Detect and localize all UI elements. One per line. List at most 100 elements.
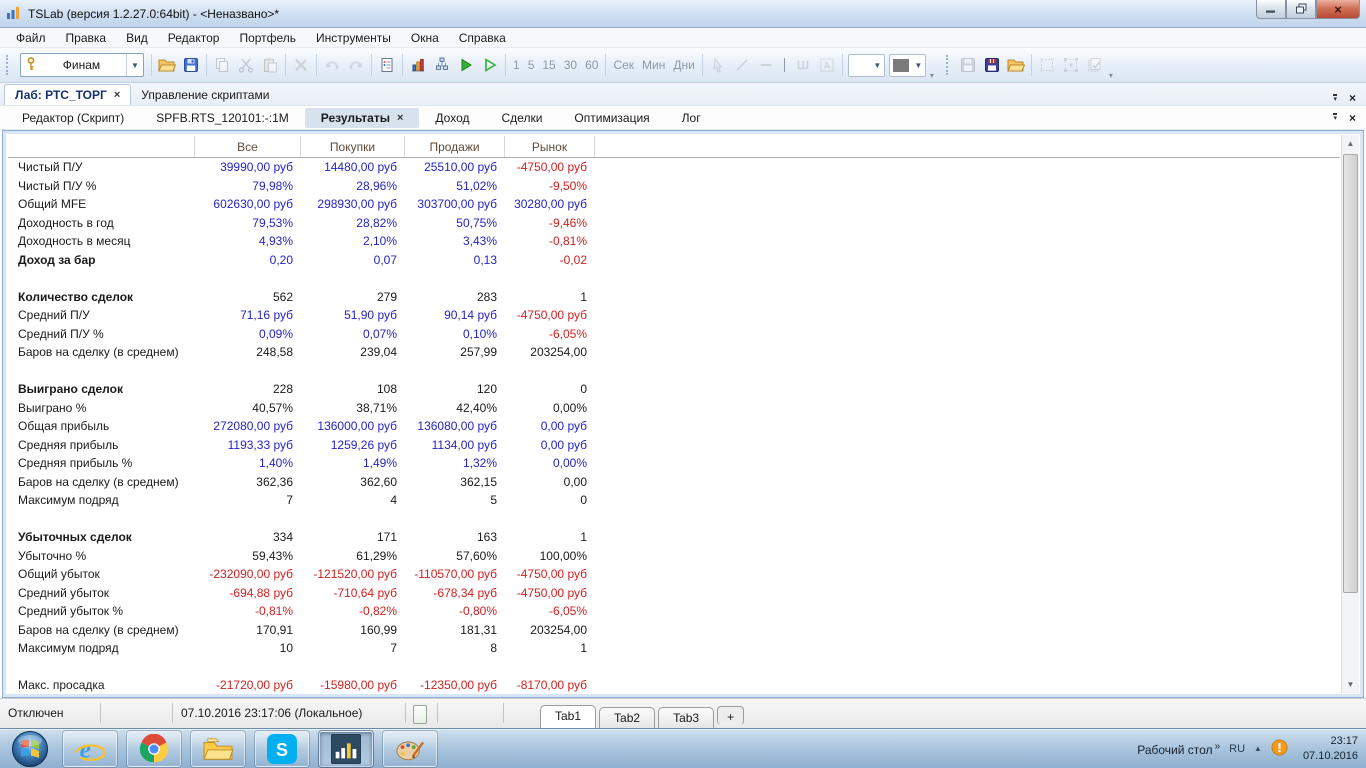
table-row[interactable]: Средний П/У 71,16 руб 51,90 руб 90,14 руб -4…	[8, 306, 1340, 325]
horizontal-line-tool-button[interactable]	[754, 53, 778, 77]
table-row[interactable]: Средняя прибыль % 1,40% 1,49% 1,32% 0,00%	[8, 454, 1340, 473]
close-tab-icon[interactable]: ×	[114, 89, 120, 101]
table-row[interactable]: Доходность в месяц 4,93% 2,10% 3,43% -0,81%	[8, 232, 1340, 251]
start-button[interactable]	[2, 729, 58, 768]
table-row[interactable]: Баров на сделку (в среднем) 170,91 160,99 1…	[8, 621, 1340, 640]
table-row[interactable]: Чистый П/У % 79,98% 28,96% 51,02% -9,50%	[8, 177, 1340, 196]
dock-menu-icon[interactable]: ▾	[1333, 113, 1337, 122]
table-row[interactable]: Доход за бар 0,20 0,07 0,13 -0,02	[8, 251, 1340, 270]
close-tab-icon[interactable]: ×	[397, 112, 403, 124]
timeframe-button[interactable]: 30	[560, 58, 581, 72]
close-panel-icon[interactable]: ×	[1349, 91, 1356, 105]
document-tab[interactable]: Лаб: РТС_ТОРГ ×	[4, 84, 132, 105]
minimize-button[interactable]	[1256, 0, 1286, 19]
table-row[interactable]: Общий MFE 602630,00 руб 298930,00 руб 30370…	[8, 195, 1340, 214]
menu-item[interactable]: Окна	[401, 29, 449, 47]
view-tab[interactable]: Оптимизация	[558, 108, 665, 128]
document-tab[interactable]: Управление скриптами	[131, 85, 279, 105]
scroll-up-icon[interactable]: ▲	[1342, 135, 1359, 152]
chevron-down-icon[interactable]: ▼	[126, 54, 143, 76]
column-header[interactable]: Покупки	[301, 136, 405, 157]
chart-button[interactable]	[406, 53, 430, 77]
chevron-expand-icon[interactable]: »	[1215, 741, 1221, 752]
view-tab[interactable]: Доход	[419, 108, 485, 128]
toolbar-overflow-button[interactable]: ▾	[928, 71, 936, 82]
close-button[interactable]: ×	[1316, 0, 1360, 19]
resize-region-button[interactable]	[1059, 53, 1083, 77]
menu-item[interactable]: Портфель	[229, 29, 306, 47]
menu-item[interactable]: Справка	[449, 29, 516, 47]
dock-menu-icon[interactable]: ▾	[1333, 93, 1337, 103]
column-header[interactable]: Продажи	[405, 136, 505, 157]
notification-icon[interactable]	[1271, 738, 1288, 759]
agent-schema-button[interactable]	[430, 53, 454, 77]
toolbar-grip[interactable]	[945, 55, 951, 75]
table-row[interactable]: Доходность в год 79,53% 28,82% 50,75% -9,46%	[8, 214, 1340, 233]
save-button[interactable]	[179, 53, 203, 77]
view-tab[interactable]: SPFB.RTS_120101:-:1M	[140, 108, 305, 128]
table-row[interactable]: Чистый П/У 39990,00 руб 14480,00 руб 25510,…	[8, 158, 1340, 177]
bottom-tab[interactable]: Tab1	[540, 705, 597, 728]
period-button[interactable]: Дни	[669, 58, 698, 72]
period-button[interactable]: Мин	[638, 58, 669, 72]
copy-button[interactable]	[210, 53, 234, 77]
menu-item[interactable]: Файл	[6, 29, 56, 47]
scroll-down-icon[interactable]: ▼	[1342, 676, 1359, 693]
trend-line-tool-button[interactable]	[730, 53, 754, 77]
table-row[interactable]: Средний П/У % 0,09% 0,07% 0,10% -6,05%	[8, 325, 1340, 344]
undo-button[interactable]	[320, 53, 344, 77]
column-header[interactable]: Все	[195, 136, 301, 157]
view-tab[interactable]: Сделки	[486, 108, 559, 128]
redo-button[interactable]	[344, 53, 368, 77]
table-row[interactable]: Максимум подряд 7 4 5 0	[8, 491, 1340, 510]
column-header[interactable]: Рынок	[505, 136, 595, 157]
show-hidden-icons-button[interactable]: ▲	[1254, 744, 1262, 753]
save-all-button[interactable]	[980, 53, 1004, 77]
taskbar-item-skype[interactable]: S	[255, 730, 309, 767]
table-row[interactable]: Макс. просадка -21720,00 руб -15980,00 руб…	[8, 676, 1340, 692]
run-step-button[interactable]	[478, 53, 502, 77]
desktop-toolbar[interactable]: Рабочий стол»	[1137, 741, 1220, 757]
timeframe-button[interactable]: 15	[538, 58, 559, 72]
cursor-tool-button[interactable]	[706, 53, 730, 77]
table-row[interactable]: Общая прибыль 272080,00 руб 136000,00 руб 1…	[8, 417, 1340, 436]
paste-button[interactable]	[258, 53, 282, 77]
color-picker-combo[interactable]: ▼	[888, 53, 926, 77]
table-row[interactable]: Количество сделок 562 279 283 1	[8, 288, 1340, 307]
view-tab[interactable]: Редактор (Скрипт)	[6, 108, 140, 128]
taskbar-item-file-explorer[interactable]	[191, 730, 245, 767]
open-file-button[interactable]	[155, 53, 179, 77]
levels-tool-button[interactable]	[791, 53, 815, 77]
open-portfolio-button[interactable]	[1004, 53, 1028, 77]
menu-item[interactable]: Правка	[56, 29, 117, 47]
table-row[interactable]: Средний убыток -694,88 руб -710,64 руб -678…	[8, 584, 1340, 603]
menu-item[interactable]: Редактор	[158, 29, 230, 47]
table-row[interactable]: Максимум подряд 10 7 8 1	[8, 639, 1340, 658]
table-row[interactable]: Баров на сделку (в среднем) 248,58 239,04 2…	[8, 343, 1340, 362]
cut-button[interactable]	[234, 53, 258, 77]
bottom-tab[interactable]: Tab3	[658, 707, 715, 728]
view-tab[interactable]: Лог	[666, 108, 717, 128]
save-portfolio-button[interactable]	[956, 53, 980, 77]
language-indicator[interactable]: RU	[1229, 743, 1245, 755]
taskbar-item-chrome[interactable]	[127, 730, 181, 767]
account-selector[interactable]: Финам ▼	[20, 53, 144, 77]
table-row[interactable]: Убыточно % 59,43% 61,29% 57,60% 100,00%	[8, 547, 1340, 566]
table-row[interactable]: Баров на сделку (в среднем) 362,36 362,60 3…	[8, 473, 1340, 492]
table-row[interactable]: Средний убыток % -0,81% -0,82% -0,80% -6,05%	[8, 602, 1340, 621]
table-row[interactable]: Выиграно сделок 228 108 120 0	[8, 380, 1340, 399]
toolbar-grip[interactable]	[6, 55, 11, 75]
add-tab-button[interactable]: +	[717, 706, 745, 725]
line-style-combo[interactable]: ▼	[847, 53, 885, 77]
taskbar-item-internet-explorer[interactable]: e	[63, 730, 117, 767]
run-button[interactable]	[454, 53, 478, 77]
script-properties-button[interactable]	[375, 53, 399, 77]
clock[interactable]: 23:17 07.10.2016	[1303, 734, 1358, 764]
timeframe-button[interactable]: 60	[581, 58, 602, 72]
apply-pages-button[interactable]	[1083, 53, 1107, 77]
restore-button[interactable]	[1286, 0, 1316, 19]
period-button[interactable]: Сек	[609, 58, 638, 72]
table-row[interactable]: Средняя прибыль 1193,33 руб 1259,26 руб 113…	[8, 436, 1340, 455]
view-tab[interactable]: Результаты ×	[304, 107, 420, 128]
timeframe-button[interactable]: 5	[524, 58, 539, 72]
